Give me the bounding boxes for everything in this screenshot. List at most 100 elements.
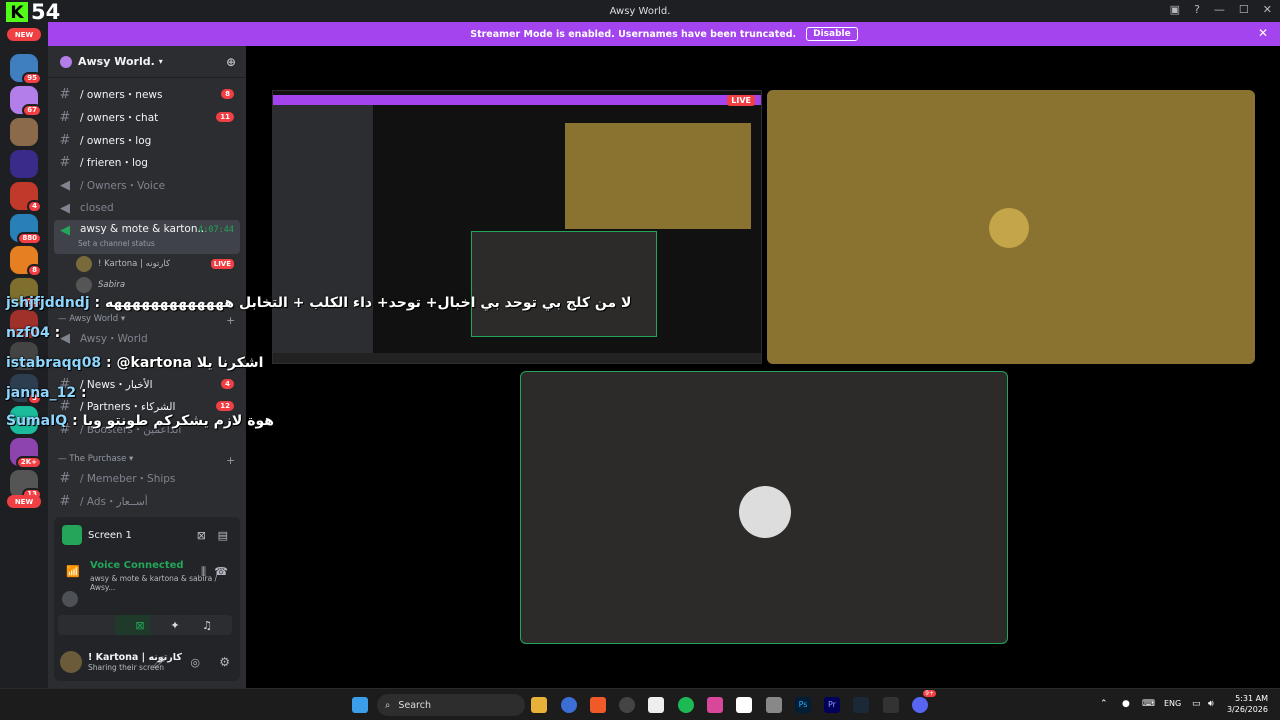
- server-icon[interactable]: 8: [10, 246, 42, 277]
- add-member-icon[interactable]: ⊕: [226, 55, 236, 69]
- channel-label: / owners・news: [80, 88, 163, 101]
- clock[interactable]: 5:31 AM 3/26/2026: [1227, 693, 1268, 715]
- language-label[interactable]: ENG: [1164, 699, 1181, 708]
- voice-user-name: ! Kartona | كارتونه: [98, 259, 171, 269]
- window-titlebar: Awsy World. ▣ ? — ☐ ✕: [0, 0, 1280, 22]
- avatar: [739, 486, 791, 538]
- brave-icon[interactable]: [590, 697, 606, 713]
- server-icon[interactable]: [10, 118, 38, 146]
- capcut-icon[interactable]: [736, 697, 752, 713]
- epic-games-icon[interactable]: [883, 697, 899, 713]
- inbox-icon[interactable]: ▣: [1170, 3, 1180, 16]
- close-button[interactable]: ✕: [1263, 3, 1272, 16]
- streamer-mode-banner: Streamer Mode is enabled. Usernames have…: [48, 22, 1280, 46]
- activities-icon: ✦: [170, 618, 180, 632]
- current-user[interactable]: ! Kartona | كارتونه Sharing their screen…: [60, 648, 236, 676]
- steam-icon[interactable]: [853, 697, 869, 713]
- help-icon[interactable]: ?: [1194, 3, 1200, 16]
- chat-author: SumaIQ: [6, 413, 68, 429]
- channel-ads[interactable]: # / Ads・أســعار: [54, 491, 240, 511]
- screen-share-row[interactable]: Screen 1 ⊠ ▤: [62, 525, 232, 545]
- add-channel-icon[interactable]: +: [226, 454, 235, 467]
- screen-label: Screen 1: [88, 529, 132, 541]
- discord-icon[interactable]: 9+: [912, 690, 936, 713]
- premiere-icon[interactable]: Pr: [824, 697, 840, 713]
- channel-label: / News・الأخبار: [80, 378, 153, 391]
- chat-author: istabraqq08: [6, 355, 102, 371]
- windows-icon[interactable]: [352, 697, 368, 713]
- chat-text: :: [80, 385, 87, 401]
- app-icon[interactable]: [648, 697, 664, 713]
- network-icon[interactable]: ▭: [1192, 699, 1201, 709]
- soundboard-button[interactable]: ♫: [182, 615, 232, 635]
- stream-tile-screen[interactable]: LIVE: [272, 90, 762, 364]
- server-icon[interactable]: 13: [10, 470, 42, 501]
- category-awsy-world[interactable]: — Awsy World ▾ +: [58, 314, 235, 327]
- disable-button[interactable]: Disable: [806, 27, 858, 41]
- photoshop-icon[interactable]: Ps: [795, 697, 811, 713]
- new-pill[interactable]: NEW: [7, 28, 41, 41]
- disconnect-icon[interactable]: ☎: [214, 565, 228, 578]
- noise-suppression-icon[interactable]: ⫼: [201, 565, 206, 579]
- unread-badge: 8: [221, 89, 234, 99]
- channel-member-ships[interactable]: # / Memeber・Ships: [54, 468, 240, 488]
- kick-viewer-count: 54: [31, 0, 61, 24]
- server-icon[interactable]: 4: [10, 182, 42, 213]
- stream-settings-icon[interactable]: ▤: [218, 529, 228, 542]
- unread-badge: 4: [221, 379, 234, 389]
- mic-icon[interactable]: 🎤︎: [152, 656, 166, 669]
- chevron-down-icon: ▾: [158, 57, 163, 66]
- channel-status[interactable]: Set a channel status: [78, 239, 155, 248]
- server-icon[interactable]: 880: [10, 214, 42, 245]
- file-explorer-icon[interactable]: [531, 697, 547, 713]
- new-pill[interactable]: NEW: [7, 495, 41, 508]
- server-icon[interactable]: 95: [10, 54, 42, 85]
- close-icon[interactable]: ✕: [1258, 26, 1268, 40]
- server-icon[interactable]: [10, 150, 38, 178]
- voice-user[interactable]: ! Kartona | كارتونه LIVE: [76, 254, 240, 274]
- signal-icon[interactable]: 📶: [66, 565, 80, 578]
- add-channel-icon[interactable]: +: [226, 314, 235, 327]
- keyboard-icon[interactable]: ⌨: [1142, 699, 1155, 709]
- stream-tile-user[interactable]: [520, 371, 1008, 644]
- gear-icon[interactable]: ⚙: [219, 655, 230, 669]
- chevron-up-icon[interactable]: ⌃: [1100, 699, 1108, 709]
- channel-label: / frieren・log: [80, 156, 148, 169]
- avatar[interactable]: [62, 591, 78, 607]
- channel-owners-news[interactable]: # / owners・news 8: [54, 84, 240, 104]
- server-header[interactable]: Awsy World. ▾ ⊕: [48, 46, 246, 78]
- maximize-button[interactable]: ☐: [1239, 3, 1249, 16]
- voice-connected-label[interactable]: Voice Connected: [90, 560, 184, 571]
- channel-owners-voice[interactable]: ◀ / Owners・Voice: [54, 175, 240, 195]
- hash-icon: #: [59, 493, 71, 509]
- chat-text: : هوة لازم يشكركم طونتو ويا: [72, 413, 274, 429]
- nested-tile: [565, 123, 751, 229]
- minimize-button[interactable]: —: [1214, 3, 1225, 16]
- calculator-icon[interactable]: [766, 697, 782, 713]
- user-status: Sharing their screen: [88, 663, 164, 672]
- channel-owners-log[interactable]: # / owners・log: [54, 130, 240, 150]
- voice-user[interactable]: Sabira: [76, 275, 240, 295]
- spotify-icon[interactable]: [678, 697, 694, 713]
- app-icon[interactable]: [619, 697, 635, 713]
- search-label: Search: [398, 699, 431, 711]
- volume-icon[interactable]: 🔊︎: [1208, 699, 1214, 709]
- server-icon[interactable]: 2K+: [10, 438, 42, 469]
- mic-icon[interactable]: ●: [1122, 699, 1130, 709]
- headphones-icon[interactable]: ◎: [190, 656, 200, 669]
- search-input[interactable]: ⌕ Search: [377, 694, 525, 716]
- channel-owners-chat[interactable]: # / owners・chat 11: [54, 107, 240, 127]
- channel-closed[interactable]: ◀ closed: [54, 198, 240, 218]
- server-icon[interactable]: 67: [10, 86, 42, 117]
- server-badge: 95: [22, 72, 42, 85]
- browser-icon[interactable]: [561, 697, 577, 713]
- screen-share-button[interactable]: [70, 615, 120, 635]
- channel-frieren-log[interactable]: # / frieren・log: [54, 152, 240, 172]
- category-the-purchase[interactable]: — The Purchase ▾ +: [58, 454, 235, 467]
- channel-awsy-world[interactable]: ◀ Awsy・World: [54, 328, 240, 348]
- screen-icon: [62, 525, 82, 545]
- channel-active-voice[interactable]: ◀ awsy & mote & karton... 4:07:44 Set a …: [54, 220, 240, 254]
- stream-tile-camera[interactable]: [767, 90, 1255, 364]
- stop-stream-icon[interactable]: ⊠: [197, 529, 206, 542]
- app-icon[interactable]: [707, 697, 723, 713]
